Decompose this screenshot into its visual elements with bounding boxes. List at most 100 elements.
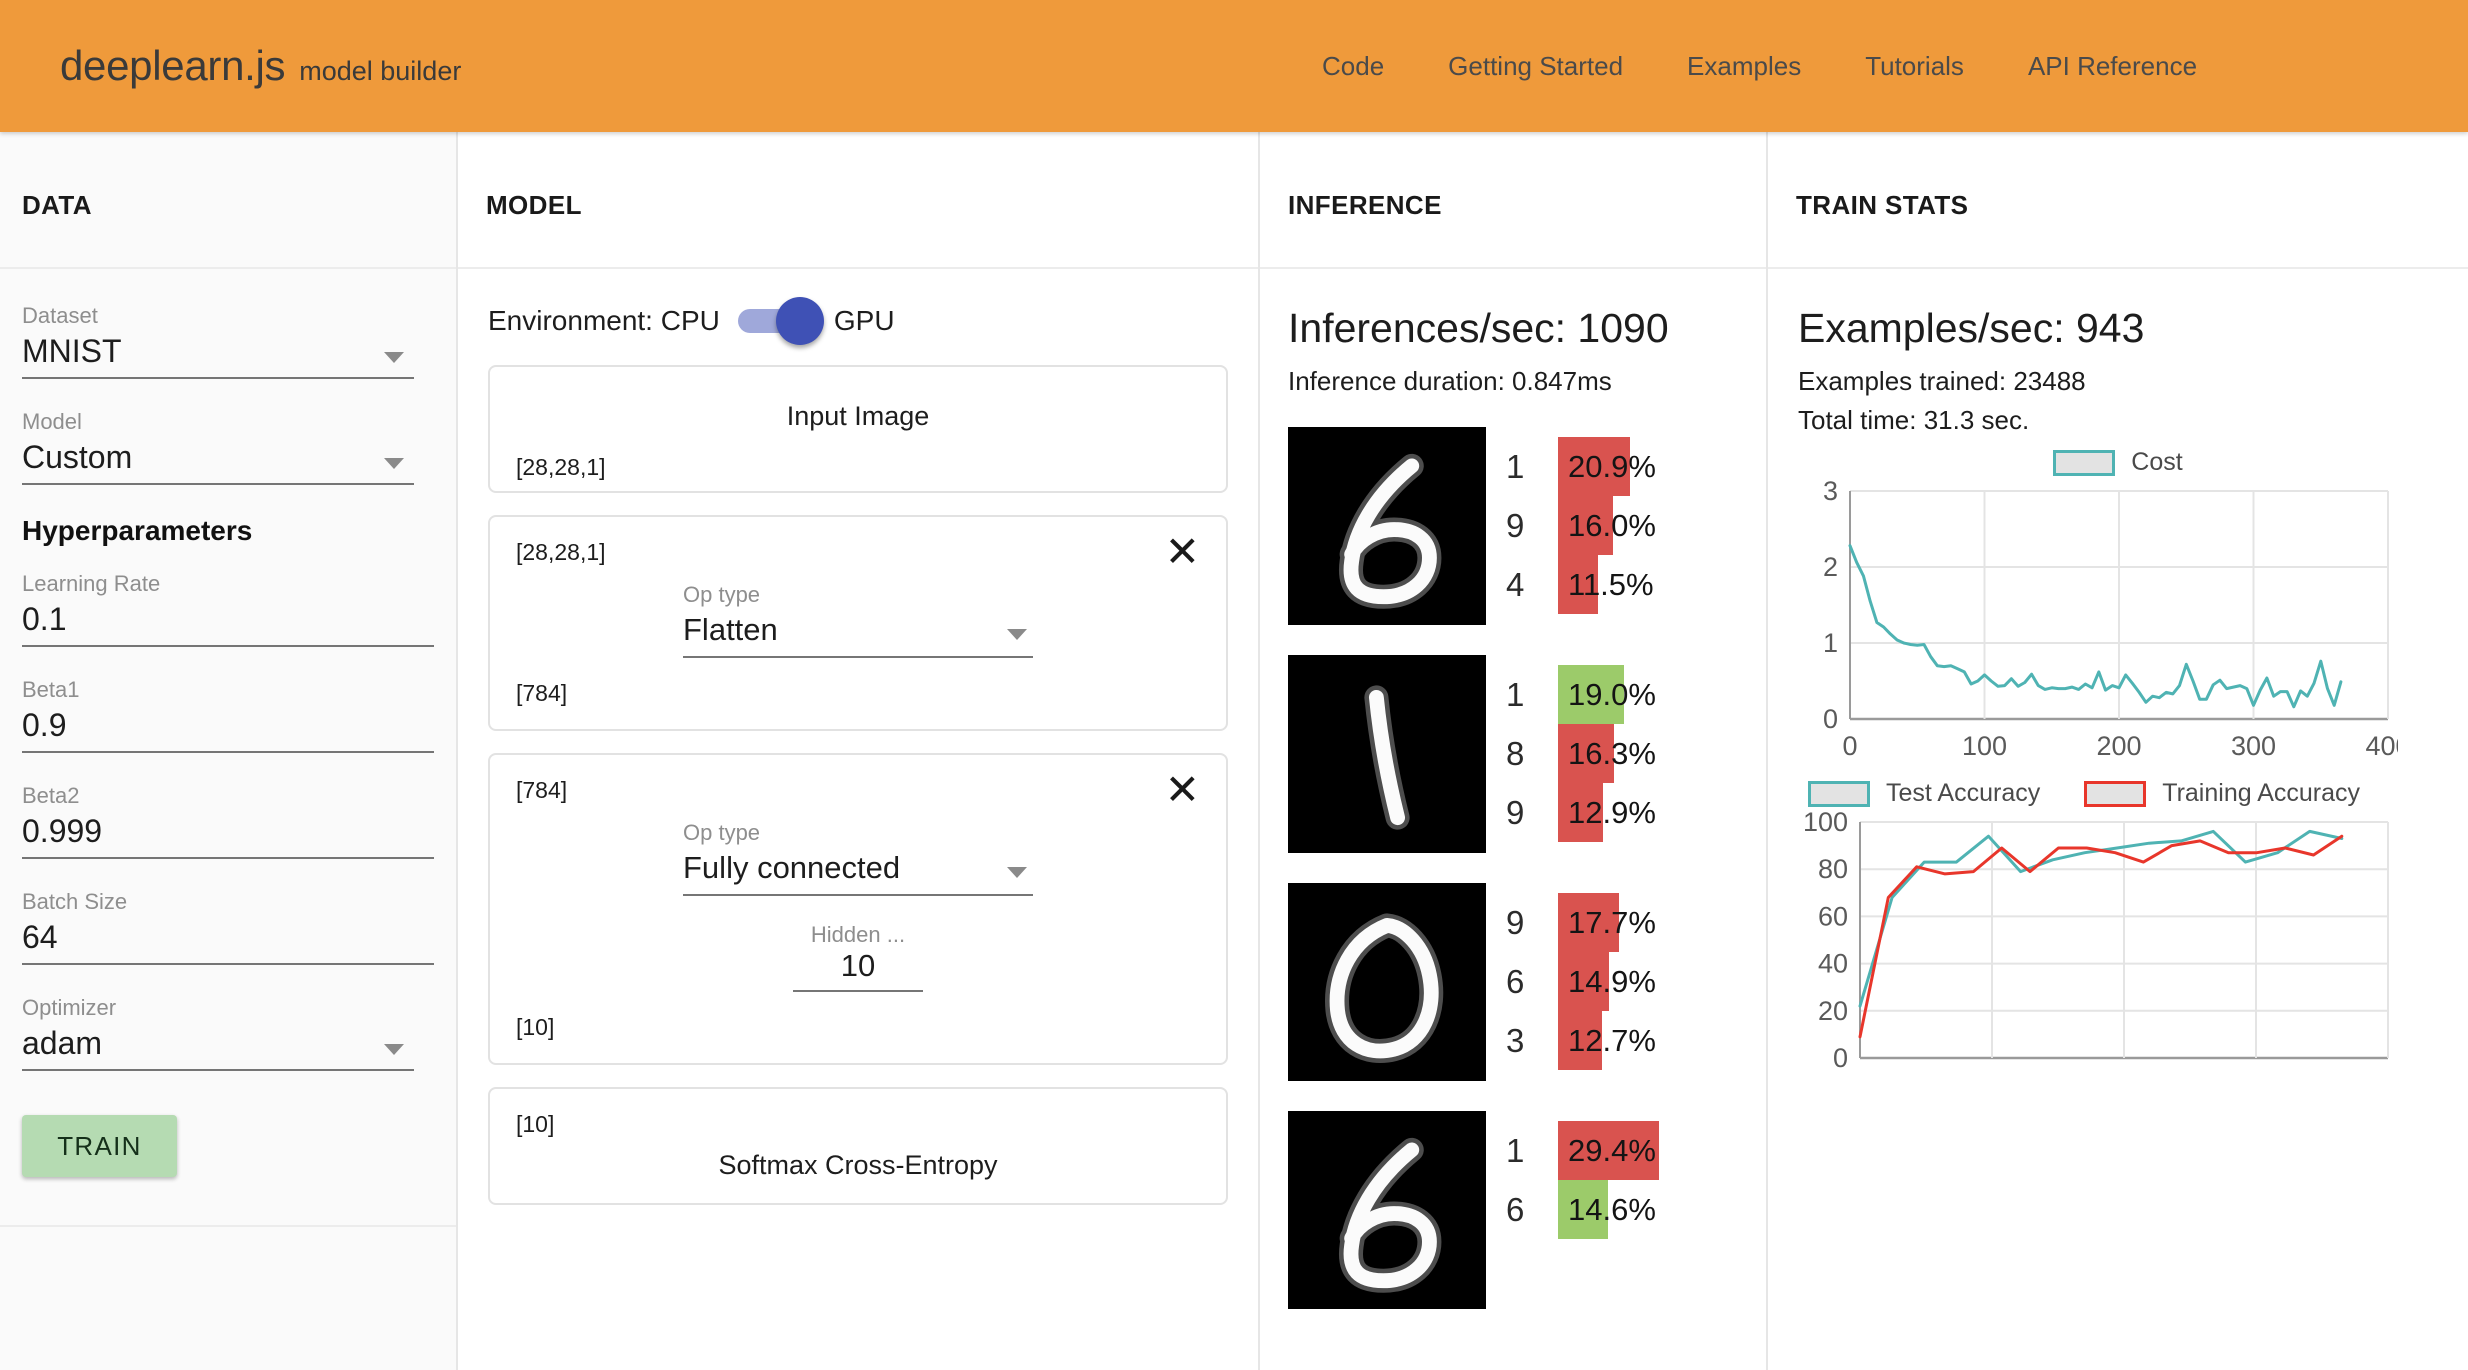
environment-gpu-label: GPU — [833, 305, 895, 336]
prediction-list: 1 19.0% 8 16.3% 9 12.9% — [1506, 655, 1656, 842]
train-stats-body: Examples/sec: 943 Examples trained: 2348… — [1768, 269, 2468, 1088]
op-type-select[interactable]: Flatten — [683, 612, 1033, 658]
layer-output-shape: [10] — [516, 1014, 555, 1040]
op-type-select[interactable]: Fully connected — [683, 850, 1033, 896]
nav-link-examples[interactable]: Examples — [1655, 51, 1833, 82]
hyperparameters-heading: Hyperparameters — [22, 515, 253, 546]
input-image-title: Input Image — [786, 401, 930, 431]
accuracy-chart: 0 20 40 60 80 100 — [1798, 808, 2438, 1088]
prediction-percent: 16.3% — [1568, 735, 1656, 771]
layer-output-shape: [784] — [516, 680, 568, 706]
environment-label: Environment: CPU — [488, 305, 720, 336]
legend-swatch — [2084, 780, 2147, 807]
prediction-bar: 19.0% — [1558, 665, 1656, 724]
prediction-digit-label: 6 — [1506, 962, 1525, 1000]
dataset-value: MNIST — [22, 333, 122, 369]
dataset-select[interactable]: MNIST — [22, 333, 414, 379]
cost-chart-legend: Cost — [1798, 448, 2438, 477]
inference-panel: INFERENCE Inferences/sec: 1090 Inference… — [1260, 132, 1768, 1370]
prediction-row: 1 29.4% — [1506, 1121, 1660, 1180]
prediction-bar: 14.6% — [1558, 1180, 1656, 1239]
prediction-bar: 12.7% — [1558, 1011, 1656, 1070]
batch-size-input[interactable]: 64 — [22, 919, 434, 965]
svg-text:100: 100 — [1803, 808, 1848, 837]
loss-input-shape: [10] — [516, 1111, 555, 1137]
legend-label: Test Accuracy — [1886, 779, 2041, 807]
close-icon[interactable]: ✕ — [1165, 769, 1200, 811]
environment-toggle[interactable] — [737, 297, 824, 345]
legend-swatch — [1808, 780, 1870, 807]
prediction-percent: 20.9% — [1568, 448, 1656, 484]
dataset-field[interactable]: Dataset MNIST — [22, 303, 434, 379]
prediction-digit-label: 9 — [1506, 793, 1525, 831]
brand-logo[interactable]: deeplearn.js model builder — [60, 42, 461, 90]
svg-text:2: 2 — [1823, 552, 1838, 582]
svg-text:0: 0 — [1833, 1043, 1848, 1073]
svg-text:3: 3 — [1823, 477, 1838, 506]
legend-item: Training Accuracy — [2084, 779, 2360, 808]
layer-card-flatten: [28,28,1] ✕ Op type Flatten [784] — [488, 515, 1228, 731]
prediction-digit-label: 4 — [1506, 565, 1525, 603]
optimizer-field[interactable]: Optimizer adam — [22, 995, 434, 1071]
layer-input-shape: [784] — [516, 777, 568, 803]
op-type-value: Fully connected — [683, 850, 901, 885]
svg-text:0: 0 — [1842, 731, 1857, 761]
accuracy-chart-legend: Test Accuracy Training Accuracy — [1798, 779, 2438, 808]
svg-text:1: 1 — [1823, 628, 1838, 658]
examples-per-sec: Examples/sec: 943 — [1798, 305, 2145, 351]
beta2-field[interactable]: Beta2 0.999 — [22, 783, 434, 859]
beta2-label: Beta2 — [22, 783, 80, 808]
op-type-block: Op type Fully connected — [683, 820, 1033, 896]
op-type-block: Op type Flatten — [683, 582, 1033, 658]
legend-item: Cost — [2053, 448, 2183, 477]
cost-chart: 0 1 2 3 0 100 200 300 400 — [1798, 477, 2438, 767]
prediction-percent: 17.7% — [1568, 904, 1656, 940]
close-icon[interactable]: ✕ — [1165, 531, 1200, 573]
prediction-row: 4 11.5% — [1506, 555, 1654, 614]
beta1-input[interactable]: 0.9 — [22, 707, 434, 753]
prediction-bar: 12.9% — [1558, 783, 1656, 842]
beta2-input[interactable]: 0.999 — [22, 813, 434, 859]
app-root: deeplearn.js model builder Code Getting … — [0, 0, 2468, 1370]
inference-result-item: 1 19.0% 8 16.3% 9 12.9% — [1288, 655, 1738, 853]
inference-result-item: 9 17.7% 6 14.9% 3 12.7% — [1288, 883, 1738, 1081]
svg-text:20: 20 — [1818, 996, 1848, 1026]
prediction-row: 6 14.6% — [1506, 1180, 1659, 1239]
learning-rate-input[interactable]: 0.1 — [22, 601, 434, 647]
inference-duration: Inference duration: 0.847ms — [1288, 366, 1612, 396]
svg-text:40: 40 — [1818, 949, 1848, 979]
data-panel: DATA Dataset MNIST Model Custom Hyperpar… — [0, 132, 458, 1370]
prediction-percent: 12.7% — [1568, 1022, 1656, 1058]
main-columns: DATA Dataset MNIST Model Custom Hyperpar… — [0, 132, 2468, 1370]
optimizer-select[interactable]: adam — [22, 1025, 414, 1071]
prediction-row: 6 14.9% — [1506, 952, 1656, 1011]
loss-title: Softmax Cross-Entropy — [718, 1150, 998, 1180]
model-label: Model — [22, 409, 82, 434]
model-select[interactable]: Custom — [22, 439, 414, 485]
nav-link-api-reference[interactable]: API Reference — [1996, 51, 2229, 82]
nav-link-code[interactable]: Code — [1290, 51, 1416, 82]
legend-label: Training Accuracy — [2162, 779, 2361, 807]
chevron-down-icon — [1007, 867, 1027, 878]
batch-size-field[interactable]: Batch Size 64 — [22, 889, 434, 965]
learning-rate-field[interactable]: Learning Rate 0.1 — [22, 571, 434, 647]
data-panel-fields: Dataset MNIST Model Custom Hyperparamete… — [0, 269, 456, 1071]
prediction-percent: 14.9% — [1568, 963, 1656, 999]
prediction-digit-label: 8 — [1506, 734, 1525, 772]
train-button[interactable]: TRAIN — [22, 1115, 177, 1177]
prediction-bar: 11.5% — [1558, 555, 1654, 614]
optimizer-value: adam — [22, 1025, 103, 1061]
model-field[interactable]: Model Custom — [22, 409, 434, 485]
op-type-label: Op type — [683, 582, 761, 607]
beta1-field[interactable]: Beta1 0.9 — [22, 677, 434, 753]
nav-link-getting-started[interactable]: Getting Started — [1416, 51, 1655, 82]
hidden-units-input[interactable]: 10 — [793, 948, 923, 992]
nav-link-tutorials[interactable]: Tutorials — [1833, 51, 1996, 82]
prediction-percent: 12.9% — [1568, 794, 1656, 830]
prediction-row: 1 19.0% — [1506, 665, 1656, 724]
batch-size-label: Batch Size — [22, 889, 128, 914]
inference-panel-body: Inferences/sec: 1090 Inference duration:… — [1260, 269, 1766, 1309]
hidden-units-label: Hidden ... — [810, 922, 906, 947]
data-panel-header: DATA — [0, 132, 456, 269]
svg-text:100: 100 — [1962, 731, 2007, 761]
